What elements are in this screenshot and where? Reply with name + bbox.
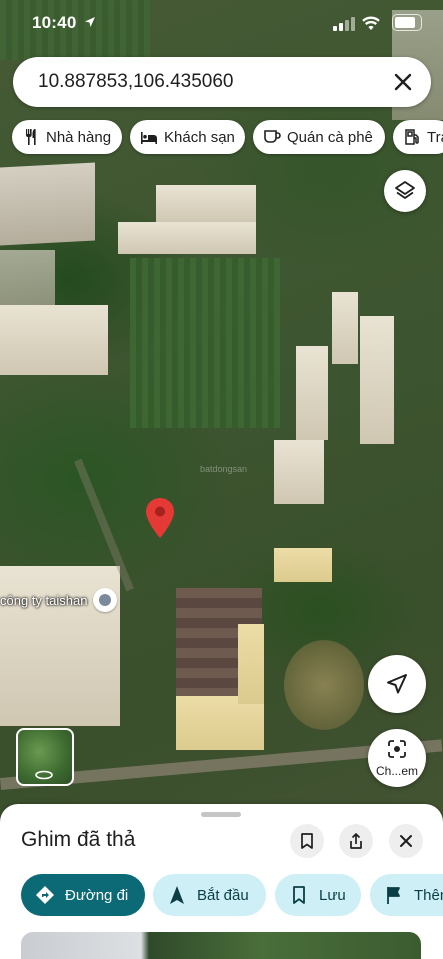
building-roof [0,162,95,246]
building-roof [118,222,256,254]
battery-icon [392,14,422,31]
directions-label: Đường đi [65,886,129,904]
fork-knife-icon [26,129,36,145]
poi-marker[interactable]: công ty taishan [0,588,118,612]
status-bar: 10:40 [0,0,443,48]
flag-icon [387,887,400,904]
location-arrow-icon [85,17,95,27]
lens-label: Ch...em [375,764,418,778]
navigation-start-icon [170,886,184,904]
chip-hotels[interactable]: Khách sạn [130,120,245,154]
chip-label: Trạm xăng [427,128,443,146]
street-view-thumbnail[interactable] [16,728,74,786]
search-input[interactable]: 10.887853,106.435060 [38,71,233,93]
share-button[interactable] [339,824,373,858]
dirt-patch [284,640,364,730]
bookmark-button[interactable] [290,824,324,858]
camera-lens-icon [388,740,406,758]
building-roof [0,250,55,310]
navigation-arrow-icon [387,674,407,694]
building-roof [274,548,332,582]
sheet-drag-handle[interactable] [201,812,241,817]
building-roof [274,440,324,504]
chip-gas-stations[interactable]: Trạm xăng [393,120,443,154]
lens-button[interactable]: Ch...em [368,729,426,787]
directions-icon [36,886,54,904]
add-label: Thêm [414,886,443,904]
sheet-title: Ghim đã thả [21,828,136,851]
building-roof [156,185,256,223]
wifi-icon [362,16,380,30]
building-roof [296,346,328,440]
chip-label: Nhà hàng [46,128,112,146]
chip-restaurants[interactable]: Nhà hàng [12,120,122,154]
crop-field [130,258,280,428]
save-label: Lưu [319,886,346,904]
place-bottom-sheet[interactable]: Ghim đã thả Đường đi Bắt đầu Lưu Thêm [0,804,443,959]
gas-pump-icon [405,129,419,145]
add-label-button[interactable]: Thêm [370,874,443,916]
close-sheet-button[interactable] [389,824,423,858]
bookmark-icon [301,833,313,849]
street-view-rotate-icon [35,770,53,780]
chip-label: Khách sạn [164,128,235,146]
poi-label: công ty taishan [0,592,88,608]
building-roof [360,316,394,444]
bed-icon [141,132,157,144]
chip-label: Quán cà phê [287,128,373,146]
close-icon[interactable] [392,71,414,93]
close-icon [400,835,412,847]
layers-button[interactable] [384,170,426,212]
dropped-pin-icon[interactable] [146,498,174,538]
save-button[interactable]: Lưu [275,874,361,916]
status-time: 10:40 [32,13,77,32]
chip-cafes[interactable]: Quán cà phê [253,120,385,154]
building-roof [176,696,264,750]
search-bar[interactable]: 10.887853,106.435060 [13,57,431,107]
my-location-button[interactable] [368,655,426,713]
map-watermark: batdongsan [200,464,248,474]
layers-icon [395,181,415,199]
poi-dot-icon [93,588,118,612]
start-button[interactable]: Bắt đầu [153,874,266,916]
building-roof [238,624,264,704]
coffee-cup-icon [264,130,281,143]
cellular-signal-icon [333,17,355,31]
building-roof [0,305,108,375]
place-photos[interactable] [21,932,421,959]
bookmark-icon [293,886,305,904]
directions-button[interactable]: Đường đi [21,874,145,916]
start-label: Bắt đầu [197,886,249,904]
building-roof [332,292,358,364]
share-icon [350,833,362,849]
